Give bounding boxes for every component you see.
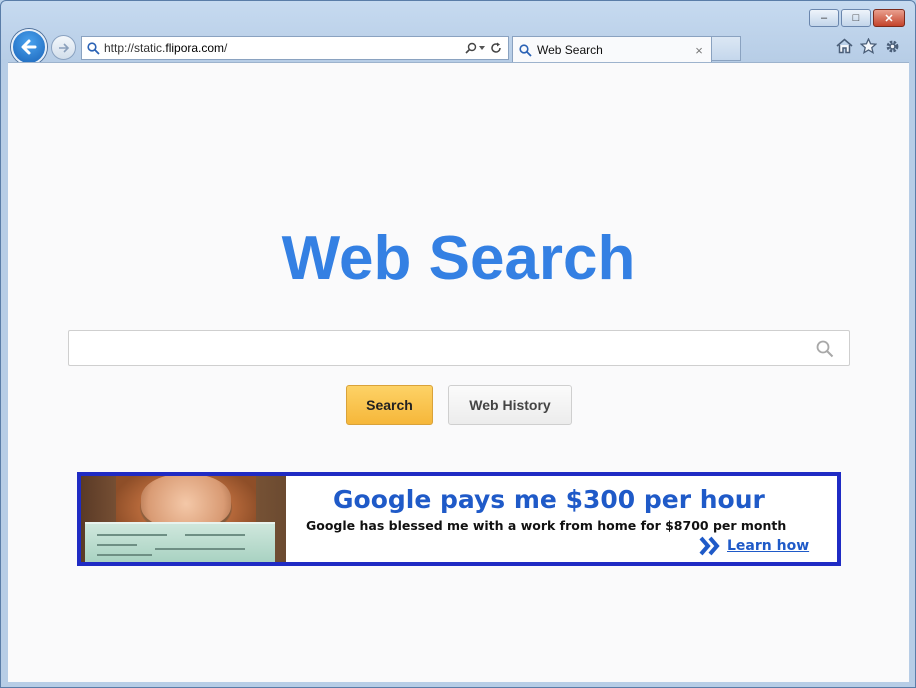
window-controls: – □ ✕	[807, 9, 905, 27]
address-search-icon	[82, 41, 104, 55]
address-bar[interactable]: http://static.flipora.com/	[81, 36, 509, 60]
ad-subline: Google has blessed me with a work from h…	[306, 518, 787, 533]
favorites-star-icon[interactable]	[859, 37, 877, 55]
home-icon[interactable]	[835, 37, 853, 55]
refresh-icon[interactable]	[490, 42, 502, 54]
advertisement-banner[interactable]: Google pays me $300 per hour Google has …	[77, 472, 841, 566]
toolbar-icons	[835, 37, 901, 55]
search-input[interactable]	[69, 331, 849, 365]
forward-icon	[58, 42, 69, 53]
maximize-button[interactable]: □	[841, 9, 871, 27]
tab-title: Web Search	[537, 43, 603, 57]
search-box[interactable]	[68, 330, 850, 366]
ad-learn-how[interactable]: Learn how	[699, 536, 809, 556]
search-button[interactable]: Search	[346, 385, 433, 425]
back-button[interactable]	[11, 29, 47, 65]
address-url[interactable]: http://static.flipora.com/	[104, 41, 464, 55]
settings-gear-icon[interactable]	[883, 37, 901, 55]
forward-button[interactable]	[51, 35, 76, 60]
minimize-button[interactable]: –	[809, 9, 839, 27]
search-icon[interactable]	[815, 339, 835, 359]
ad-photo	[81, 476, 286, 562]
address-tools	[464, 42, 508, 54]
browser-window: – □ ✕ http://static.flipora.com/ Web Sea…	[0, 0, 916, 688]
ad-learn-how-link[interactable]: Learn how	[727, 538, 809, 554]
back-icon	[21, 39, 37, 55]
close-button[interactable]: ✕	[873, 9, 905, 27]
web-history-button[interactable]: Web History	[448, 385, 572, 425]
page-content: Web Search Search Web History Google pay…	[8, 62, 909, 682]
ad-headline[interactable]: Google pays me $300 per hour	[333, 485, 765, 514]
tab-search-icon	[519, 43, 532, 57]
search-dropdown-icon[interactable]	[464, 42, 486, 54]
new-tab-button[interactable]	[712, 36, 741, 61]
tab-close-icon[interactable]: ×	[691, 43, 707, 58]
ad-check-image	[85, 522, 275, 562]
tab-web-search[interactable]: Web Search ×	[512, 36, 712, 63]
double-chevron-icon	[699, 536, 720, 556]
page-title: Web Search	[281, 224, 636, 293]
